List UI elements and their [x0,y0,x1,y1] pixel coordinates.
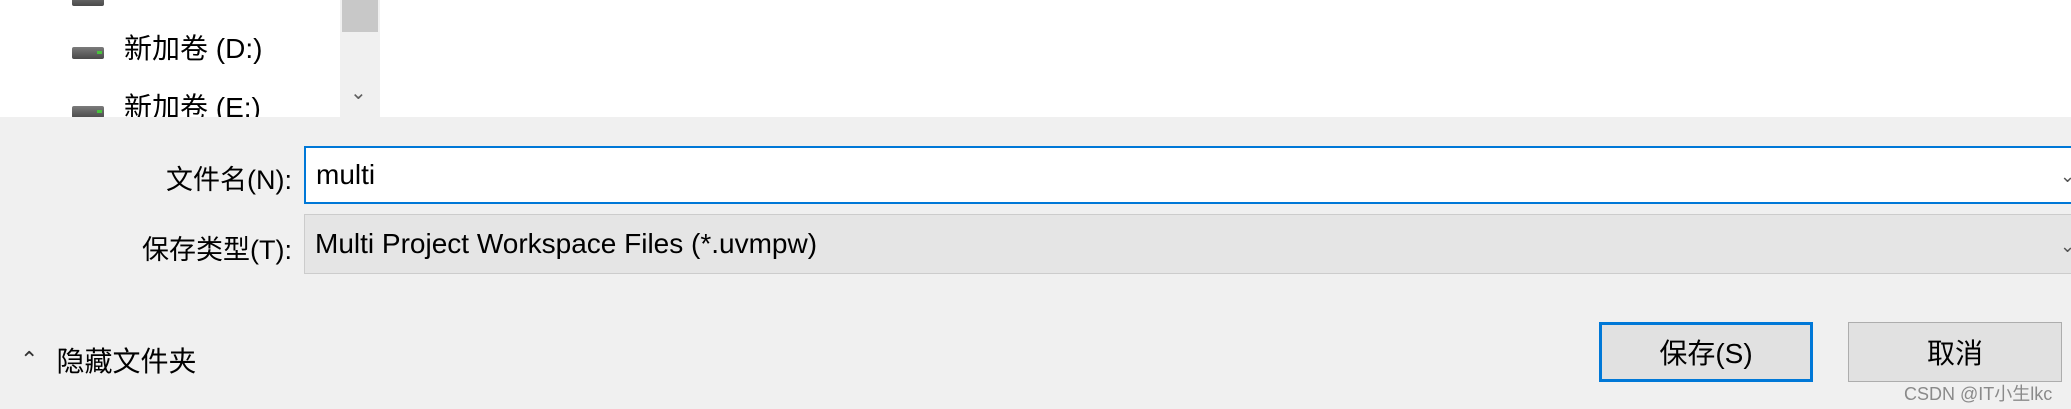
watermark: CSDN @IT小生lkc [1904,384,2053,404]
filename-label: 文件名(N): [166,165,292,195]
filename-input[interactable]: multi [304,146,2071,204]
drive-icon [72,47,106,61]
filetype-label: 保存类型(T): [142,235,292,265]
tree-item-label: 新加卷 (E:) [124,92,261,117]
filetype-select[interactable]: Multi Project Workspace Files (*.uvmpw) [304,214,2071,274]
navigation-area: 新加卷 (D:) 新加卷 (E:) ⌄ [0,0,2071,117]
chevron-down-icon[interactable]: ⌄ [2060,166,2071,187]
tree-item-drive-e[interactable]: 新加卷 (E:) [72,86,261,117]
save-button[interactable]: 保存(S) [1599,322,1813,382]
save-button-label: 保存(S) [1659,338,1753,369]
tree-item-label: 新加卷 (D:) [124,33,263,64]
hide-folders-label: 隐藏文件夹 [56,346,197,377]
tree-item-partial[interactable] [72,0,124,14]
folder-tree[interactable]: 新加卷 (D:) 新加卷 (E:) ⌄ [0,0,383,117]
chevron-up-icon: ⌃ [20,347,39,372]
drive-icon [72,0,106,8]
hide-folders-toggle[interactable]: ⌃ 隐藏文件夹 [20,340,196,380]
scroll-down-icon[interactable]: ⌄ [350,80,367,105]
scrollbar-thumb[interactable] [342,0,378,32]
cancel-button-label: 取消 [1926,338,1983,369]
chevron-down-icon[interactable]: ⌄ [2060,236,2071,257]
filetype-value: Multi Project Workspace Files (*.uvmpw) [315,228,818,259]
drive-icon [72,106,106,117]
tree-scrollbar[interactable]: ⌄ [340,0,380,117]
cancel-button[interactable]: 取消 [1848,322,2062,382]
tree-item-drive-d[interactable]: 新加卷 (D:) [72,27,262,67]
filename-value: multi [316,159,376,190]
